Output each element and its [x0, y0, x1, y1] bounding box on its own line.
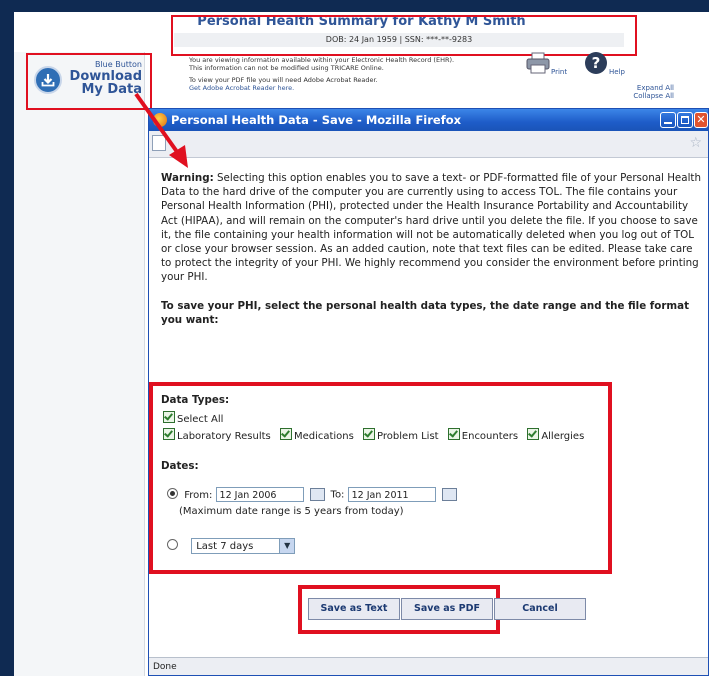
get-acrobat-link[interactable]: Get Adobe Acrobat Reader here. — [189, 84, 509, 92]
medications-checkbox[interactable] — [279, 428, 292, 440]
health-summary-page: Personal Health Summary for Kathy M Smit… — [14, 12, 709, 676]
to-date-input[interactable]: 12 Jan 2011 — [347, 487, 436, 502]
dates-label: Dates: — [161, 460, 199, 472]
expand-all-link[interactable]: Expand All — [584, 84, 674, 92]
instruction-text: To save your PHI, select the personal he… — [161, 299, 689, 326]
close-icon: ✕ — [696, 113, 706, 126]
firefox-icon — [153, 113, 167, 127]
bookmark-star-icon[interactable]: ☆ — [689, 135, 702, 151]
maximize-button[interactable] — [677, 112, 693, 128]
acrobat-notice-line1: To view your PDF file you will need Adob… — [189, 76, 378, 84]
printer-icon[interactable] — [526, 52, 550, 74]
select-all-row: Select All — [163, 411, 223, 425]
highlight-frame-blue-button — [26, 53, 152, 110]
problem-list-label: Problem List — [377, 431, 439, 442]
collapse-all-link[interactable]: Collapse All — [584, 92, 674, 100]
select-all-checkbox[interactable] — [163, 411, 175, 423]
preset-radio[interactable] — [167, 539, 178, 550]
lab-results-label: Laboratory Results — [177, 431, 271, 442]
data-type-row: Laboratory Results Medications Problem L… — [163, 428, 584, 442]
ehr-notice-line2: This information can not be modified usi… — [189, 64, 384, 72]
from-date-input[interactable]: 12 Jan 2006 — [215, 487, 304, 502]
expand-collapse: Expand All Collapse All — [584, 84, 674, 100]
allergies-label: Allergies — [541, 431, 585, 442]
encounters-label: Encounters — [461, 431, 519, 442]
encounters-checkbox[interactable] — [447, 428, 460, 440]
browser-toolbar: ☆ — [149, 131, 708, 158]
preset-range-value: Last 7 days — [196, 541, 254, 552]
lab-results-checkbox[interactable] — [163, 428, 175, 440]
options-frame: Data Types: Select All Laboratory Result… — [149, 382, 612, 574]
save-as-text-button[interactable]: Save as Text — [308, 598, 400, 620]
warning-paragraph: Warning: Selecting this option enables y… — [161, 171, 706, 285]
minimize-button[interactable] — [660, 112, 676, 128]
ehr-notice: You are viewing information available wi… — [189, 56, 509, 72]
warning-label: Warning: — [161, 172, 214, 184]
firefox-popup-window: Personal Health Data - Save - Mozilla Fi… — [148, 108, 709, 676]
select-all-label: Select All — [177, 414, 224, 425]
window-titlebar[interactable]: Personal Health Data - Save - Mozilla Fi… — [149, 109, 708, 131]
to-calendar-icon[interactable] — [441, 488, 457, 501]
save-as-pdf-button[interactable]: Save as PDF — [401, 598, 493, 620]
highlight-frame-header — [171, 15, 637, 56]
help-icon[interactable]: ? — [585, 52, 607, 74]
left-sidebar — [14, 52, 145, 676]
ehr-notice-line1: You are viewing information available wi… — [189, 56, 455, 64]
window-title: Personal Health Data - Save - Mozilla Fi… — [171, 113, 462, 127]
data-types-label: Data Types: — [161, 394, 230, 406]
acrobat-notice: To view your PDF file you will need Adob… — [189, 76, 509, 92]
range-note: (Maximum date range is 5 years from toda… — [179, 506, 404, 517]
to-label: To: — [330, 489, 345, 501]
from-label: From: — [184, 489, 213, 501]
page-icon — [152, 135, 166, 151]
cancel-button[interactable]: Cancel — [494, 598, 586, 620]
allergies-checkbox[interactable] — [527, 428, 540, 440]
from-calendar-icon[interactable] — [309, 488, 325, 501]
close-button[interactable]: ✕ — [694, 112, 708, 128]
save-dialog-content: Warning: Selecting this option enables y… — [161, 171, 706, 327]
problem-list-checkbox[interactable] — [363, 428, 376, 440]
print-link[interactable]: Print — [551, 68, 567, 76]
help-link[interactable]: Help — [609, 68, 625, 76]
date-range-radio[interactable] — [167, 487, 178, 499]
status-bar: Done — [149, 657, 708, 675]
warning-text: Selecting this option enables you to sav… — [161, 172, 701, 284]
preset-row: Last 7 days ▼ — [167, 538, 296, 554]
preset-range-select[interactable]: Last 7 days ▼ — [191, 538, 296, 554]
medications-label: Medications — [293, 431, 354, 442]
date-range-row: From: 12 Jan 2006 To: 12 Jan 2011 — [167, 487, 463, 502]
chevron-down-icon: ▼ — [279, 539, 295, 553]
